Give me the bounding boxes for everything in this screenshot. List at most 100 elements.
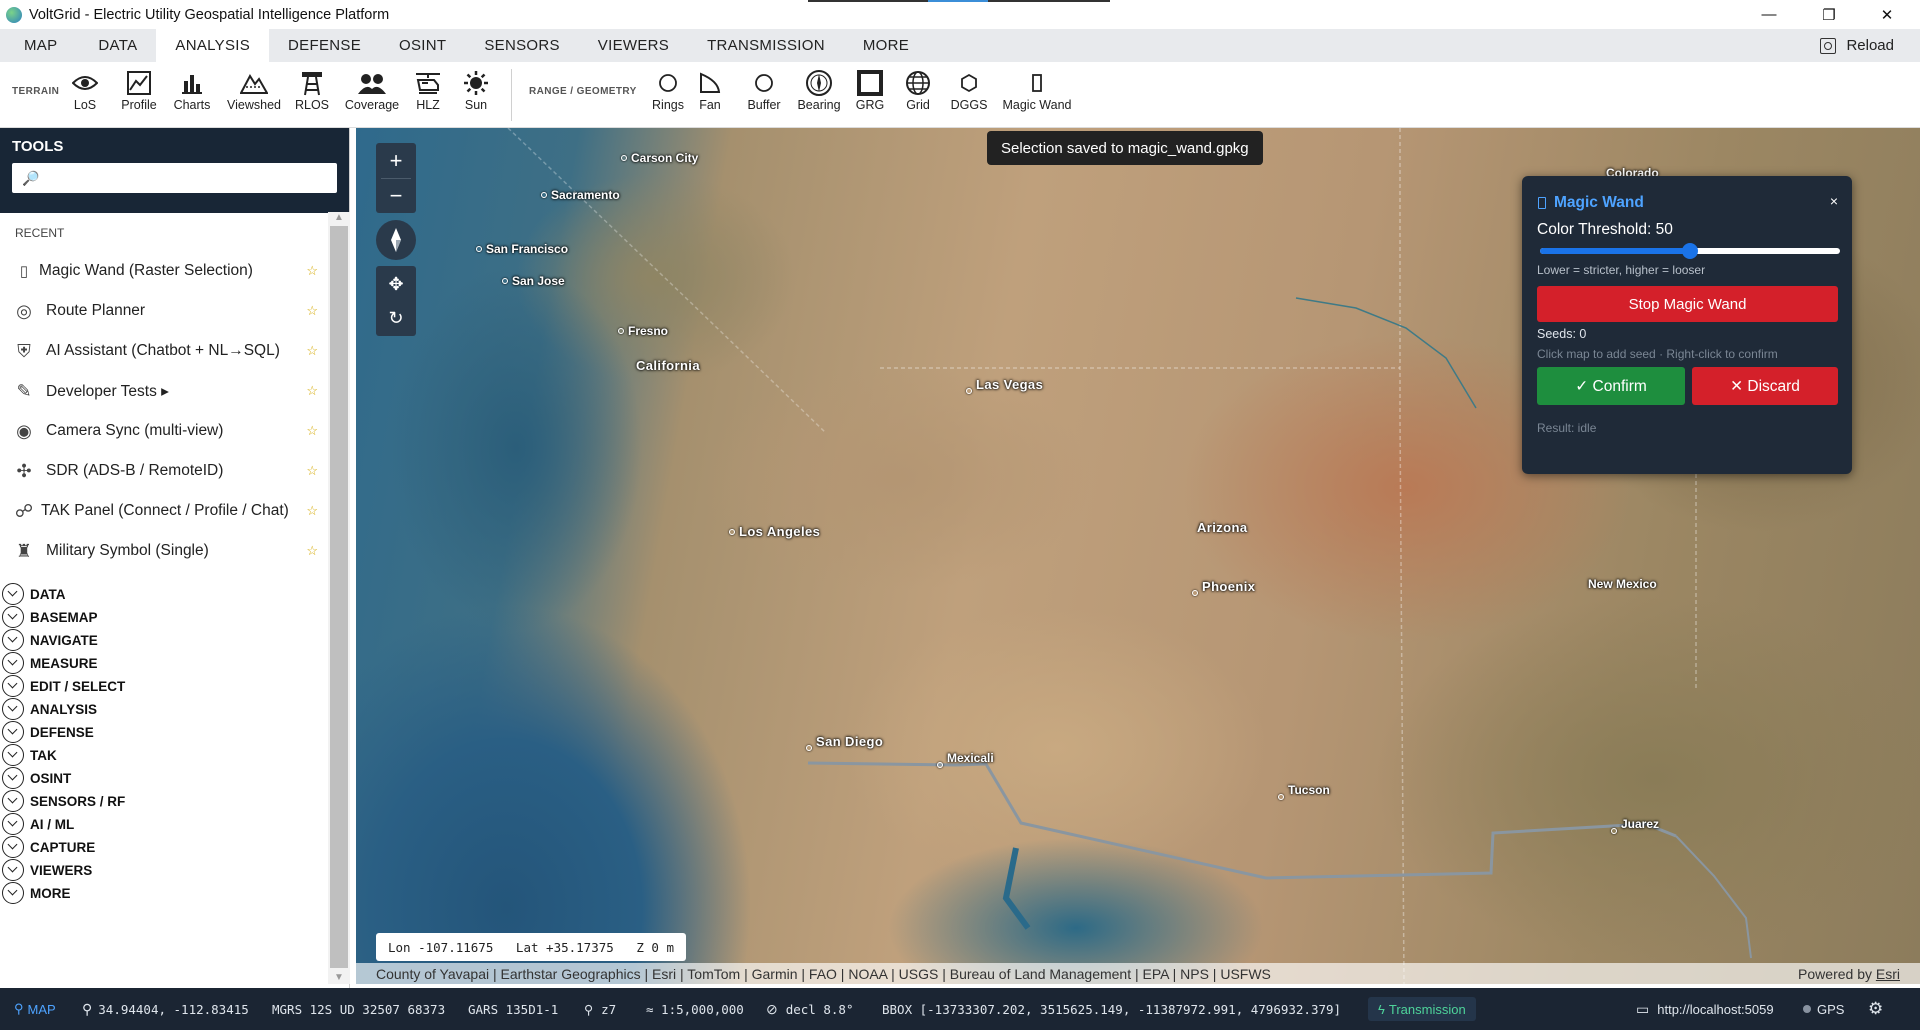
tab-map[interactable]: MAP: [0, 29, 79, 62]
tab-viewers[interactable]: VIEWERS: [579, 29, 688, 62]
reload-icon: [1820, 37, 1837, 54]
pan-icon[interactable]: ✥: [388, 267, 403, 301]
recent-item-ai-assistant[interactable]: ⛨ AI Assistant (Chatbot + NL→SQL) ☆: [0, 331, 328, 371]
los-label: LoS: [73, 98, 97, 112]
search-icon: 🔎: [22, 170, 40, 186]
grid-tool-button[interactable]: Grid: [904, 68, 932, 112]
zoom-out-button[interactable]: −: [390, 179, 403, 213]
chevron-down-icon: [2, 790, 24, 812]
compass-button[interactable]: [376, 220, 416, 260]
latlon-readout: ⚲ 34.94404, -112.83415: [82, 1000, 249, 1017]
zoom-in-button[interactable]: +: [390, 144, 403, 178]
transmission-indicator[interactable]: ϟ Transmission: [1368, 997, 1476, 1021]
category-label: TAK: [30, 747, 57, 763]
tab-data[interactable]: DATA: [79, 29, 156, 62]
magic-wand-tool-button[interactable]: Magic Wand: [1002, 68, 1072, 112]
favorite-star-icon[interactable]: ☆: [306, 303, 318, 319]
los-tool-button[interactable]: LoS: [71, 68, 99, 112]
gps-status[interactable]: GPS: [1803, 988, 1844, 1030]
recent-item-route-planner[interactable]: ◎ Route Planner ☆: [0, 291, 328, 331]
category-label: CAPTURE: [30, 839, 96, 855]
sidebar-scrollbar[interactable]: ▲ ▼: [328, 212, 350, 984]
tools-search-input[interactable]: [42, 169, 332, 185]
radio-tower-icon: [300, 68, 324, 98]
esri-link[interactable]: Esri: [1876, 966, 1900, 982]
bearing-tool-button[interactable]: Bearing: [797, 68, 841, 112]
favorite-star-icon[interactable]: ☆: [306, 263, 318, 279]
favorite-star-icon[interactable]: ☆: [306, 463, 318, 479]
recent-item-label: Route Planner: [46, 302, 146, 319]
viewshed-tool-button[interactable]: Viewshed: [226, 68, 282, 112]
ring-icon: [658, 68, 678, 98]
seeds-count: Seeds: 0: [1537, 327, 1587, 341]
bar-chart-icon: [180, 68, 204, 98]
recent-item-developer-tests[interactable]: ✎ Developer Tests ▸ ☆: [0, 371, 328, 411]
gars-readout: GARS 135D1-1: [468, 1001, 559, 1017]
close-window-button[interactable]: ✕: [1858, 0, 1916, 29]
rlos-tool-button[interactable]: RLOS: [295, 68, 329, 112]
stop-magic-wand-button[interactable]: Stop Magic Wand: [1537, 286, 1838, 322]
sun-tool-button[interactable]: Sun: [462, 68, 490, 112]
discard-button[interactable]: ✕ Discard: [1692, 367, 1838, 405]
chevron-down-icon: [2, 721, 24, 743]
recent-item-label: Camera Sync (multi-view): [46, 422, 224, 439]
scale-readout: ≈ 1:5,000,000: [646, 1001, 744, 1017]
recent-item-label: AI Assistant (Chatbot + NL→SQL): [46, 342, 280, 359]
hlz-tool-button[interactable]: HLZ: [414, 68, 442, 112]
dggs-tool-button[interactable]: DGGS: [951, 68, 987, 112]
tab-more[interactable]: MORE: [844, 29, 928, 62]
category-more[interactable]: MORE: [0, 879, 71, 907]
threshold-slider[interactable]: [1540, 243, 1840, 259]
favorite-star-icon[interactable]: ☆: [306, 343, 318, 359]
map-label-sacramento: Sacramento: [541, 188, 620, 202]
fan-label: Fan: [699, 98, 721, 112]
map-label-san-diego: San Diego: [806, 731, 883, 751]
hlz-label: HLZ: [416, 98, 440, 112]
scroll-up-icon[interactable]: ▲: [334, 212, 344, 223]
category-label: SENSORS / RF: [30, 793, 126, 809]
favorite-star-icon[interactable]: ☆: [306, 423, 318, 439]
recent-item-military-symbol[interactable]: ♜ Military Symbol (Single) ☆: [0, 531, 328, 571]
tab-sensors[interactable]: SENSORS: [465, 29, 578, 62]
favorite-star-icon[interactable]: ☆: [306, 503, 318, 519]
tools-search-box[interactable]: 🔎: [12, 163, 337, 193]
recent-item-camera-sync[interactable]: ◉ Camera Sync (multi-view) ☆: [0, 411, 328, 451]
pen-icon: ✎: [16, 380, 32, 401]
tab-defense[interactable]: DEFENSE: [269, 29, 380, 62]
confirm-button[interactable]: ✓ Confirm: [1537, 367, 1685, 405]
coverage-tool-button[interactable]: Coverage: [344, 68, 400, 112]
rings-tool-button[interactable]: Rings: [652, 68, 684, 112]
buffer-tool-button[interactable]: Buffer: [745, 68, 783, 112]
fan-tool-button[interactable]: Fan: [697, 68, 723, 112]
tab-analysis[interactable]: ANALYSIS: [156, 29, 270, 62]
recent-item-sdr[interactable]: ✣ SDR (ADS-B / RemoteID) ☆: [0, 451, 328, 491]
reload-button[interactable]: Reload: [1820, 29, 1894, 62]
map-mode-indicator[interactable]: ⚲ MAP: [14, 988, 56, 1030]
range-group-label: RANGE / GEOMETRY: [529, 86, 637, 97]
close-panel-button[interactable]: ×: [1830, 193, 1838, 209]
minimize-button[interactable]: —: [1740, 0, 1798, 29]
declination-readout: ⊘ decl 8.8°: [766, 1000, 854, 1017]
rotate-icon[interactable]: ↻: [388, 301, 403, 335]
grg-tool-button[interactable]: GRG: [856, 68, 884, 112]
restore-button[interactable]: ❐: [1800, 0, 1858, 29]
favorite-star-icon[interactable]: ☆: [306, 383, 318, 399]
scrollbar-thumb[interactable]: [330, 226, 348, 968]
map-label-san-francisco: San Francisco: [476, 242, 568, 256]
recent-item-label: Developer Tests ▸: [46, 382, 169, 400]
map-label-las-vegas: Las Vegas: [966, 374, 1043, 394]
coverage-label: Coverage: [344, 98, 400, 112]
favorite-star-icon[interactable]: ☆: [306, 543, 318, 559]
recent-item-magic-wand[interactable]: ▯ Magic Wand (Raster Selection) ☆: [0, 251, 328, 291]
magic-wand-label: Magic Wand: [1002, 98, 1072, 112]
scroll-down-icon[interactable]: ▼: [334, 972, 344, 983]
threshold-slider-handle[interactable]: [1682, 243, 1698, 259]
map-attribution: County of Yavapai | Earthstar Geographic…: [356, 963, 1920, 984]
settings-gear-icon[interactable]: ⚙: [1868, 988, 1883, 1030]
tab-transmission[interactable]: TRANSMISSION: [688, 29, 844, 62]
recent-item-tak-panel[interactable]: ☍ TAK Panel (Connect / Profile / Chat) ☆: [0, 491, 328, 531]
tab-osint[interactable]: OSINT: [380, 29, 465, 62]
profile-tool-button[interactable]: Profile: [119, 68, 159, 112]
map-view[interactable]: + − ✥ ↻ Selection saved to magic_wand.gp…: [356, 128, 1920, 984]
charts-tool-button[interactable]: Charts: [172, 68, 212, 112]
